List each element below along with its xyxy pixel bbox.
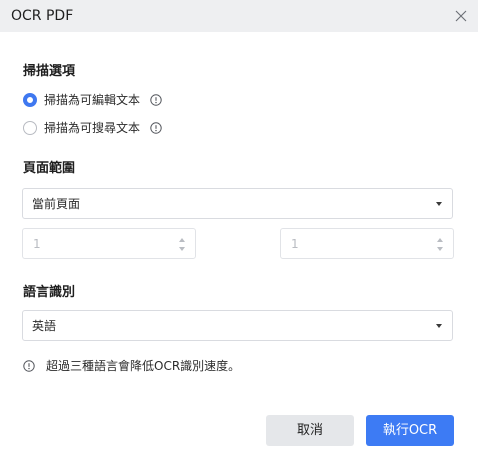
chevron-down-icon — [436, 324, 442, 328]
stepper-up-icon[interactable] — [437, 238, 443, 242]
info-icon — [23, 360, 35, 372]
stepper-up-icon[interactable] — [179, 238, 185, 242]
run-ocr-button[interactable]: 執行OCR — [366, 415, 454, 446]
language-heading: 語言識別 — [23, 285, 76, 300]
dialog-title: OCR PDF — [11, 8, 74, 24]
close-button[interactable] — [450, 5, 472, 27]
radio-option-editable[interactable]: 掃描為可編輯文本 — [23, 91, 162, 109]
stepper-down-icon[interactable] — [179, 247, 185, 251]
language-selected-value: 英語 — [32, 319, 57, 333]
language-select[interactable]: 英語 — [22, 310, 453, 341]
title-bar: OCR PDF — [0, 0, 478, 32]
language-note-text: 超過三種語言會降低OCR識別速度。 — [46, 359, 241, 373]
scan-options-heading: 掃描選項 — [23, 64, 76, 79]
page-from-stepper[interactable]: 1 — [22, 228, 196, 259]
info-icon[interactable] — [150, 122, 162, 134]
stepper-down-icon[interactable] — [437, 247, 443, 251]
close-icon — [455, 10, 467, 22]
radio-option-searchable[interactable]: 掃描為可搜尋文本 — [23, 119, 162, 137]
page-range-selected-value: 當前頁面 — [32, 197, 81, 211]
page-from-value: 1 — [33, 237, 41, 251]
page-to-value: 1 — [291, 237, 299, 251]
radio-editable-label: 掃描為可編輯文本 — [44, 93, 141, 107]
radio-searchable-text[interactable] — [23, 121, 37, 135]
page-to-stepper[interactable]: 1 — [280, 228, 454, 259]
radio-searchable-label: 掃描為可搜尋文本 — [44, 121, 141, 135]
language-note: 超過三種語言會降低OCR識別速度。 — [23, 357, 240, 375]
ocr-pdf-dialog: OCR PDF 掃描選項 掃描為可編輯文本 掃描為可搜尋文本 頁面範圍 當前頁面 — [0, 0, 478, 475]
info-icon[interactable] — [150, 94, 162, 106]
radio-editable-text[interactable] — [23, 93, 37, 107]
page-range-select[interactable]: 當前頁面 — [22, 188, 453, 219]
cancel-button[interactable]: 取消 — [266, 415, 354, 446]
page-range-heading: 頁面範圍 — [23, 161, 76, 176]
chevron-down-icon — [436, 202, 442, 206]
